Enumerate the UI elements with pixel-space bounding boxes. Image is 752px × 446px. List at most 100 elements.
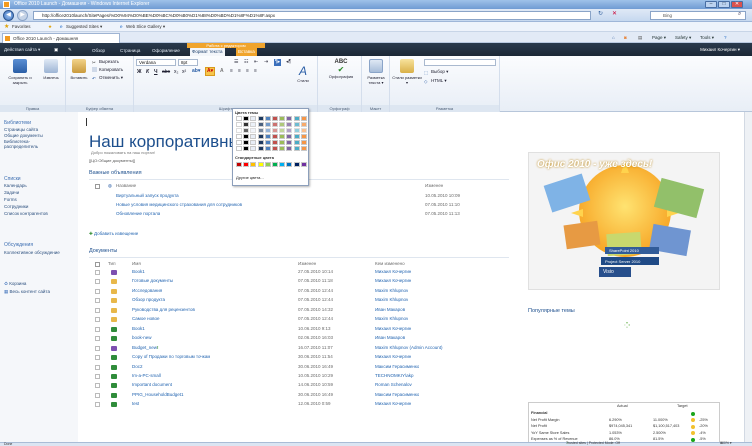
doc-name[interactable]: Important document (132, 382, 172, 388)
tab-design[interactable]: Оформление (150, 46, 182, 55)
theme-color-swatch[interactable] (279, 146, 286, 151)
row-checkbox[interactable] (95, 364, 100, 370)
outdent-icon[interactable]: ⇤ (254, 59, 258, 66)
doc-author[interactable]: Maxim Khlupnov (Admin Account) (375, 345, 443, 351)
theme-color-swatch[interactable] (300, 134, 307, 139)
doc-author[interactable]: Иван Макаров (375, 307, 405, 313)
subscript-button[interactable]: x₂ (174, 69, 178, 76)
ql-recycle-bin[interactable]: ♻ Корзина (4, 281, 26, 286)
theme-color-swatch[interactable] (250, 116, 257, 121)
table-row[interactable]: PPIG_HouseholdBudget1 30.06.2010 16:49 М… (89, 392, 509, 400)
row-checkbox[interactable] (95, 326, 100, 332)
theme-color-swatch[interactable] (293, 116, 300, 121)
table-row[interactable]: Copy of Продажи по торговым точкам 30.06… (89, 354, 509, 362)
theme-color-swatch[interactable] (236, 140, 242, 145)
theme-color-swatch[interactable] (286, 140, 293, 145)
row-checkbox[interactable] (95, 336, 100, 342)
theme-color-swatch[interactable] (236, 128, 242, 133)
doc-name[interactable]: Book1 (132, 326, 145, 332)
theme-color-swatch[interactable] (257, 128, 264, 133)
align-center-icon[interactable]: ≡ (238, 68, 241, 75)
row-checkbox[interactable] (95, 307, 100, 313)
doc-name[interactable]: PPIG_HouseholdBudget1 (132, 392, 184, 398)
welcome-text[interactable]: Добро пожаловать на наш портал! (91, 150, 155, 155)
ql-item-tasks[interactable]: Задачи (4, 190, 19, 195)
page-scrollbar[interactable] (744, 112, 752, 442)
align-right-icon[interactable]: ≡ (246, 68, 249, 75)
theme-color-swatch[interactable] (236, 134, 242, 139)
font-name-select[interactable]: Verdana (136, 59, 176, 66)
text-layout-button[interactable]: Разметка текста ▾ (363, 59, 389, 99)
col-modified-header[interactable]: Изменен (425, 183, 443, 189)
justify-icon[interactable]: ≡ (254, 68, 257, 75)
tab-format-text[interactable]: Формат текста (190, 47, 225, 56)
bold-button[interactable]: Ж (137, 69, 142, 76)
doc-name[interactable]: test (132, 401, 139, 407)
theme-color-swatch[interactable] (279, 128, 286, 133)
doc-name[interactable]: Budget_new! (132, 345, 159, 351)
theme-color-swatch[interactable] (257, 122, 264, 127)
strikethrough-button[interactable]: abc (162, 69, 170, 76)
row-checkbox[interactable] (95, 298, 100, 304)
italic-button[interactable]: К (146, 69, 149, 76)
standard-color-swatch[interactable] (286, 162, 293, 167)
row-checkbox[interactable] (95, 355, 100, 361)
page-menu[interactable]: Page ▾ (652, 32, 666, 43)
ql-item-employees[interactable]: Сотрудники (4, 204, 28, 209)
superscript-button[interactable]: x² (182, 69, 186, 76)
add-favorite-icon[interactable]: ★ (48, 22, 52, 32)
tools-menu[interactable]: Tools ▾ (700, 32, 714, 43)
row-checkbox[interactable] (95, 373, 100, 379)
doc-name[interactable]: Исследования (132, 288, 162, 294)
theme-color-swatch[interactable] (264, 146, 271, 151)
doc-author[interactable]: Михаил Кочергин (375, 326, 411, 332)
theme-color-swatch[interactable] (264, 116, 271, 121)
theme-color-swatch[interactable] (257, 140, 264, 145)
select-all-docs-checkbox[interactable] (95, 262, 100, 267)
font-size-select[interactable]: 8pt (178, 59, 198, 66)
suggested-sites-link[interactable]: Suggested Sites ▾ (66, 22, 102, 32)
standard-color-swatch[interactable] (293, 162, 300, 167)
select-button[interactable]: ⬚ Выбор ▾ (424, 68, 448, 75)
ltr-icon[interactable]: ¶▸ (274, 59, 282, 66)
doc-author[interactable]: Maxim Khlupnov (375, 316, 408, 322)
url-field[interactable]: http://office2010launch/SitePages/%D0%94… (33, 11, 591, 20)
clear-format-icon[interactable]: A (220, 68, 224, 75)
tab-page[interactable]: Страница (118, 46, 142, 55)
ql-heading-discussions[interactable]: Обсуждения (4, 242, 33, 248)
doc-author[interactable]: Roman Schenalov (375, 382, 412, 388)
table-row[interactable]: test 12.06.2010 0:59 Михаил Кочергин (89, 401, 509, 409)
table-row[interactable]: Book1 27.05.2010 10:14 Михаил Кочергин (89, 269, 509, 277)
ql-item-team-discussion[interactable]: Коллективное обсуждение (4, 250, 62, 255)
table-row[interactable]: Исследования 07.05.2010 12:44 Maxim Khlu… (89, 288, 509, 296)
theme-color-swatch[interactable] (250, 146, 257, 151)
theme-color-swatch[interactable] (293, 122, 300, 127)
help-icon[interactable]: ? (724, 32, 727, 43)
doc-author[interactable]: Михаил Кочергин (375, 354, 411, 360)
theme-color-swatch[interactable] (272, 134, 278, 139)
theme-color-swatch[interactable] (272, 116, 278, 121)
standard-color-swatch[interactable] (272, 162, 278, 167)
popular-topics-title[interactable]: Популярные темы (528, 308, 575, 314)
announcement-title[interactable]: Виртуальный запуск продукта (116, 193, 179, 199)
doc-name[interactable]: Готовые документы (132, 278, 173, 284)
add-announcement-link[interactable]: ✚ Добавить извещение (89, 231, 138, 237)
feeds-icon[interactable]: ◙ (624, 32, 627, 43)
placeholder-text[interactable]: [[ЦО:Общие документы]] (89, 158, 135, 163)
row-checkbox[interactable] (95, 288, 100, 294)
more-colors-link[interactable]: Другие цвета... (236, 175, 264, 180)
underline-button[interactable]: Ч (154, 69, 158, 76)
styles-button[interactable]: A Стили (290, 64, 316, 104)
theme-color-swatch[interactable] (243, 116, 250, 121)
doc-author[interactable]: Михаил Кочергин (375, 401, 411, 407)
theme-color-swatch[interactable] (264, 134, 271, 139)
doc-author[interactable]: Иван Макаров (375, 335, 405, 341)
theme-color-swatch[interactable] (272, 140, 278, 145)
user-menu[interactable]: Михаил Кочергин ▾ (700, 45, 740, 54)
theme-color-swatch[interactable] (272, 146, 278, 151)
standard-color-swatch[interactable] (257, 162, 264, 167)
copy-button[interactable]: Копировать (92, 66, 123, 73)
theme-color-swatch[interactable] (243, 140, 250, 145)
standard-color-swatch[interactable] (250, 162, 257, 167)
nav-up-icon[interactable]: ▣ (52, 43, 60, 56)
